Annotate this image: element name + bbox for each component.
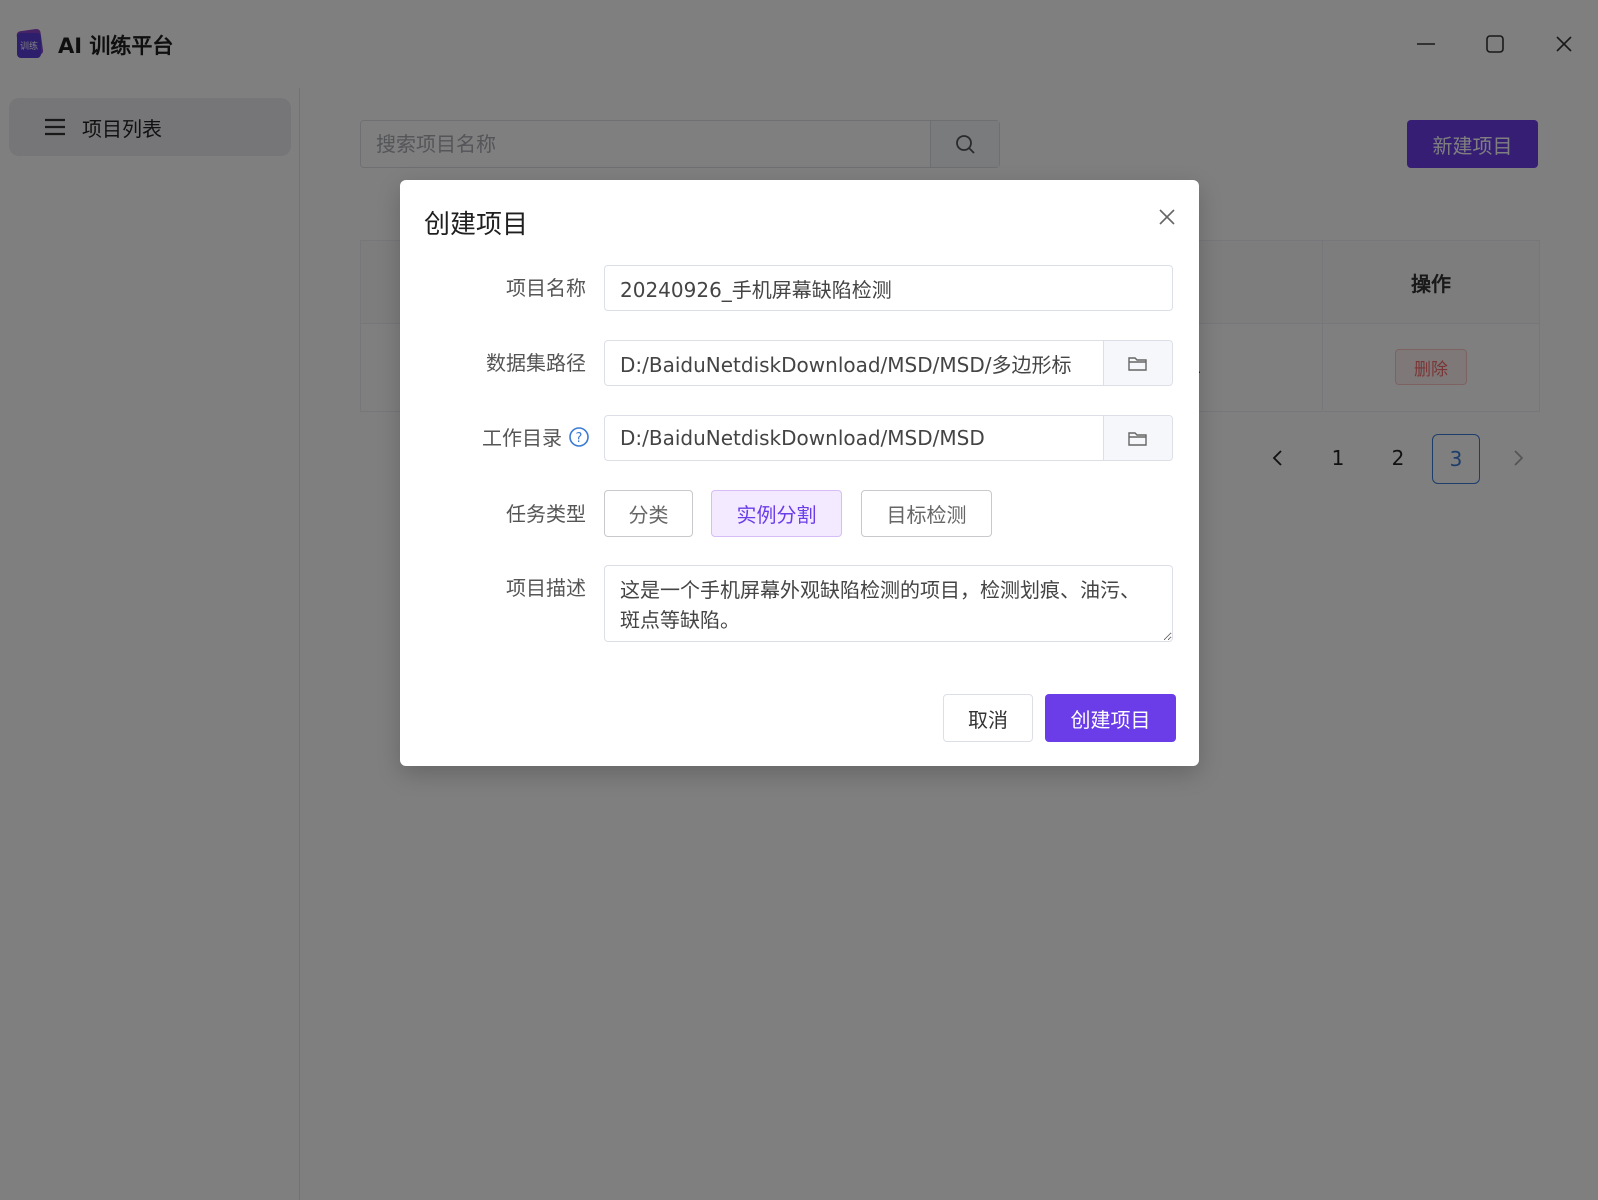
folder-icon — [1128, 357, 1147, 371]
project-name-input[interactable] — [605, 266, 1172, 310]
task-type-object-detection[interactable]: 目标检测 — [861, 490, 992, 537]
work-dir-folder-button[interactable] — [1103, 416, 1172, 460]
cancel-button[interactable]: 取消 — [943, 694, 1033, 742]
work-dir-input[interactable] — [605, 416, 1103, 460]
dataset-folder-button[interactable] — [1103, 341, 1172, 385]
create-project-dialog: 创建项目 项目名称 数据集路径 工作目录 ? 任务类型 分类 实例分割 目标检测… — [400, 180, 1199, 766]
task-type-label: 任务类型 — [506, 502, 586, 526]
project-name-label: 项目名称 — [506, 276, 586, 300]
description-label: 项目描述 — [506, 576, 586, 600]
description-textarea[interactable]: 这是一个手机屏幕外观缺陷检测的项目，检测划痕、油污、斑点等缺陷。 — [604, 565, 1173, 642]
folder-icon — [1128, 432, 1147, 446]
task-type-classification[interactable]: 分类 — [604, 490, 693, 537]
project-name-field — [604, 265, 1173, 311]
dialog-title: 创建项目 — [424, 210, 529, 240]
dataset-path-label: 数据集路径 — [486, 351, 586, 375]
work-dir-label: 工作目录 — [482, 426, 562, 450]
work-dir-label-group: 工作目录 ? — [482, 422, 590, 451]
dataset-path-field — [604, 340, 1173, 386]
dataset-path-input[interactable] — [605, 341, 1103, 385]
help-icon[interactable]: ? — [568, 426, 590, 448]
dialog-close-button[interactable] — [1152, 202, 1182, 232]
close-icon — [1159, 209, 1175, 225]
work-dir-field — [604, 415, 1173, 461]
svg-text:?: ? — [576, 431, 583, 446]
create-project-button[interactable]: 创建项目 — [1045, 694, 1176, 742]
task-type-instance-segmentation[interactable]: 实例分割 — [711, 490, 842, 537]
